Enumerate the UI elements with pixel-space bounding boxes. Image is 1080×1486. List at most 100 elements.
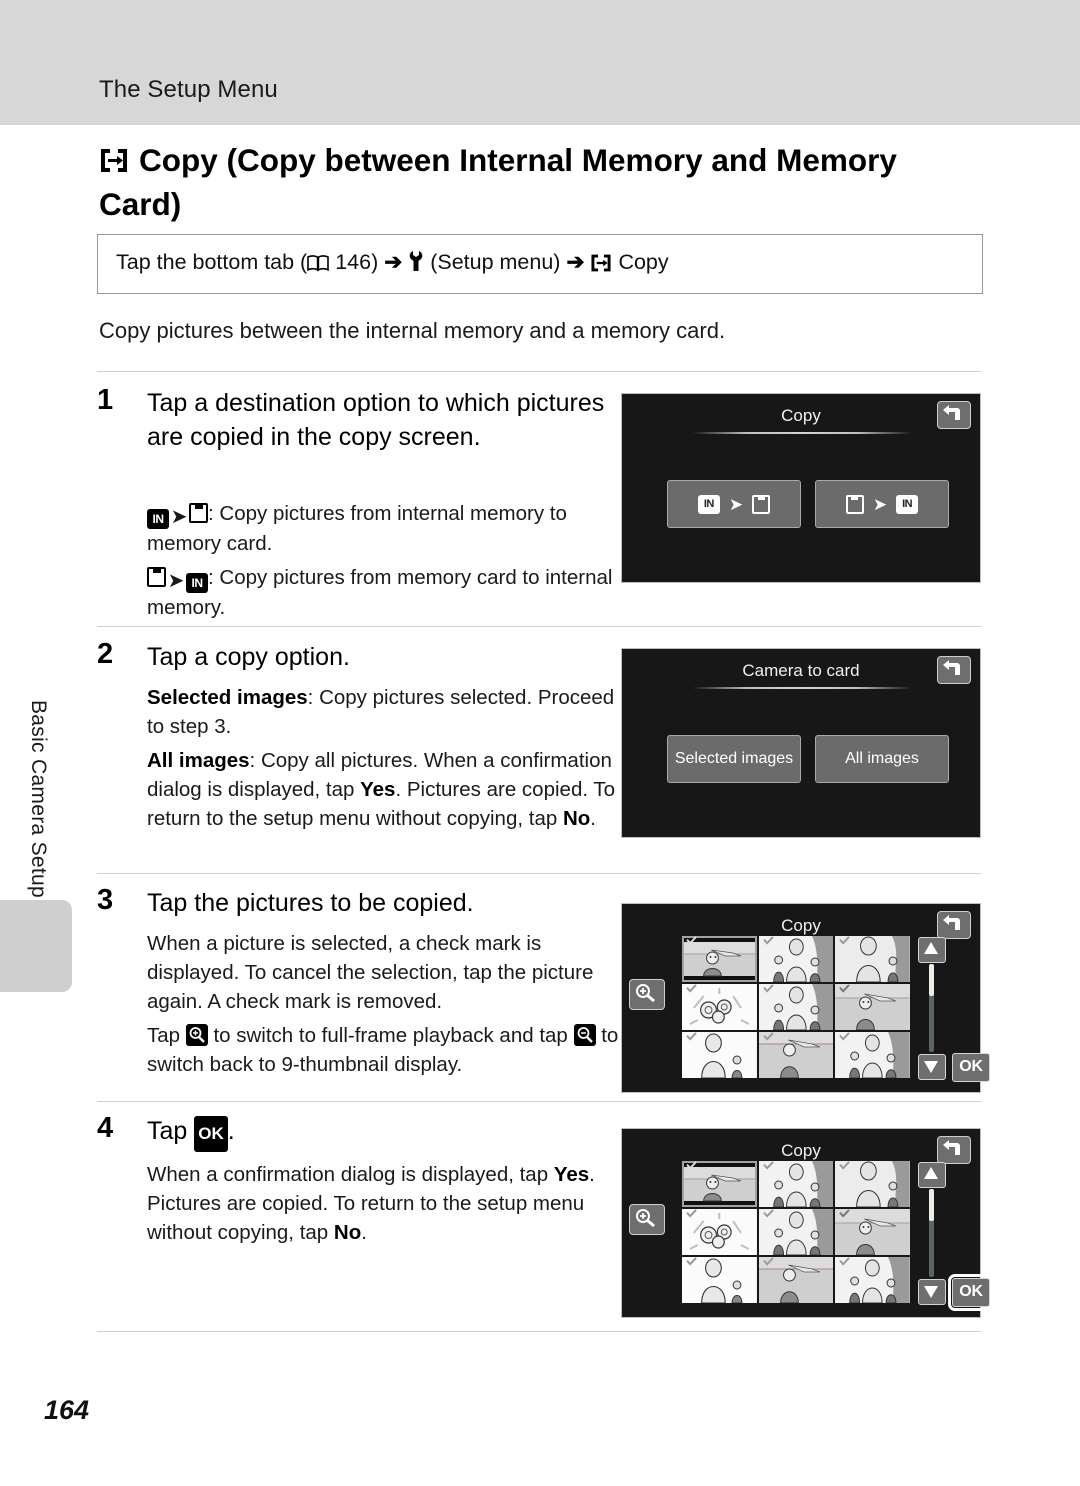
scrollbar-thumb[interactable] <box>929 1189 934 1221</box>
check-mark-icon <box>839 984 851 993</box>
thumbnail-item[interactable] <box>835 936 910 982</box>
thumbnail-item[interactable] <box>835 1257 910 1303</box>
back-arrow-icon[interactable] <box>937 911 971 939</box>
back-arrow-icon[interactable] <box>937 1136 971 1164</box>
magnifier-plus-icon[interactable] <box>629 1204 665 1235</box>
memory-card-icon <box>845 494 864 514</box>
ok-button[interactable]: OK <box>952 1053 990 1082</box>
magnifier-minus-icon <box>573 1024 596 1046</box>
step-heading: Tap a destination option to which pictur… <box>147 389 605 451</box>
thumbnail-item[interactable] <box>758 1257 834 1303</box>
step-heading: Tap OK. <box>147 1114 617 1152</box>
thumbnail-item[interactable] <box>682 936 757 982</box>
step-heading: Tap a copy option. <box>147 643 350 671</box>
check-mark-icon <box>839 1161 851 1170</box>
magnifier-plus-icon <box>185 1024 208 1046</box>
all-images-button[interactable]: All images <box>815 735 949 783</box>
breadcrumb-arrow-1: ➔ <box>384 250 403 274</box>
thumbnail-item[interactable] <box>682 984 757 1030</box>
breadcrumb-after-ref: ) <box>371 250 385 274</box>
internal-to-card-button[interactable]: IN ➤ <box>667 480 801 528</box>
chapter-side-label: Basic Camera Setup <box>27 700 50 898</box>
step4-text-c: . <box>361 1221 367 1244</box>
check-mark-icon <box>762 1257 774 1266</box>
scrollbar-track[interactable] <box>929 1189 934 1277</box>
thumbnail-item[interactable] <box>835 1161 910 1207</box>
scrollbar-thumb[interactable] <box>929 964 934 996</box>
wrench-icon <box>408 250 424 278</box>
step-number: 3 <box>97 884 114 916</box>
screen-title: Copy <box>781 1141 821 1160</box>
thumbnail-item[interactable] <box>682 1209 757 1255</box>
thumbnail-grid <box>682 936 910 1078</box>
step-number: 2 <box>97 638 114 670</box>
step3-text-b: to switch to full-frame playback and tap <box>207 1024 574 1047</box>
thumbnail-item[interactable] <box>682 1032 757 1078</box>
thumbnail-item[interactable] <box>835 1209 910 1255</box>
triangle-up-icon[interactable] <box>918 1162 946 1188</box>
scrollbar-track[interactable] <box>929 964 934 1052</box>
title-divider <box>692 432 912 434</box>
running-head: The Setup Menu <box>99 76 278 103</box>
check-mark-icon <box>686 1257 697 1266</box>
step3-text-a: Tap <box>147 1024 186 1047</box>
internal-memory-icon: IN <box>186 573 208 593</box>
step3-line-1: When a picture is selected, a check mark… <box>147 932 594 1013</box>
step-body: When a picture is selected, a check mark… <box>147 929 627 1084</box>
screen-title: Camera to card <box>742 661 860 680</box>
step2-line-1: Selected images: Copy pictures selected.… <box>147 683 627 741</box>
divider-4 <box>97 1101 981 1102</box>
step1-text-1: : Copy pictures from internal memory to … <box>147 502 567 555</box>
thumbnail-item[interactable] <box>758 1161 834 1207</box>
thumbnail-item[interactable] <box>835 984 910 1030</box>
page-number: 164 <box>44 1395 90 1425</box>
thumbnail-item[interactable] <box>682 1257 757 1303</box>
ok-button[interactable]: OK <box>948 1274 994 1311</box>
step-body: Selected images: Copy pictures selected.… <box>147 683 627 838</box>
breadcrumb-prefix: Tap the bottom tab ( <box>116 250 308 274</box>
triangle-down-icon[interactable] <box>918 1054 946 1080</box>
internal-memory-icon: IN <box>697 494 720 514</box>
back-arrow-icon[interactable] <box>937 656 971 684</box>
breadcrumb-box: Tap the bottom tab ( 146) ➔ (Setup menu)… <box>97 234 983 294</box>
copy-icon <box>590 253 612 279</box>
triangle-down-icon[interactable] <box>918 1279 946 1305</box>
breadcrumb-setup-label: (Setup menu) <box>424 250 567 274</box>
triangle-up-icon[interactable] <box>918 937 946 963</box>
page-title: Copy (Copy between Internal Memory and M… <box>99 140 929 225</box>
check-mark-icon <box>686 984 697 993</box>
check-mark-icon <box>762 936 774 945</box>
thumbnail-item[interactable] <box>682 1161 757 1207</box>
step-4: 4 Tap OK. When a confirmation dialog is … <box>97 1112 627 1297</box>
step-body: When a confirmation dialog is displayed,… <box>147 1160 627 1252</box>
check-mark-icon <box>762 984 774 993</box>
thumbnail-item[interactable] <box>758 1032 834 1078</box>
thumbnail-select-screen: Copy OK <box>621 903 990 1093</box>
arrow-right-icon: ➤ <box>170 506 188 528</box>
divider-5 <box>97 1331 981 1332</box>
breadcrumb-page-ref: 146 <box>335 250 372 274</box>
thumbnail-item[interactable] <box>758 936 834 982</box>
all-images-term: All images <box>147 749 250 772</box>
copy-icon <box>99 143 129 184</box>
internal-memory-icon: IN <box>147 509 169 529</box>
selected-images-button[interactable]: Selected images <box>667 735 801 783</box>
no-term: No <box>333 1221 362 1244</box>
screen-title: Copy <box>781 406 821 425</box>
step1-line-1: IN ➤: Copy pictures from internal memory … <box>147 499 627 558</box>
ok-icon: OK <box>194 1116 228 1152</box>
step4-head-a: Tap <box>147 1117 195 1145</box>
step4-head-b: . <box>227 1117 235 1145</box>
step3-line-2: Tap to switch to full-frame playback and… <box>147 1021 627 1079</box>
card-to-internal-button[interactable]: ➤ IN <box>815 480 949 528</box>
thumbnail-item[interactable] <box>758 984 834 1030</box>
check-mark-icon <box>839 1032 851 1041</box>
arrow-right-icon: ➤ <box>728 494 744 514</box>
breadcrumb: Tap the bottom tab ( 146) ➔ (Setup menu)… <box>116 250 669 279</box>
thumbnail-item[interactable] <box>758 1209 834 1255</box>
magnifier-plus-icon[interactable] <box>629 979 665 1010</box>
all-images-label: All images <box>845 750 919 767</box>
thumbnail-item[interactable] <box>835 1032 910 1078</box>
check-mark-icon <box>762 1032 774 1041</box>
back-arrow-icon[interactable] <box>937 401 971 429</box>
